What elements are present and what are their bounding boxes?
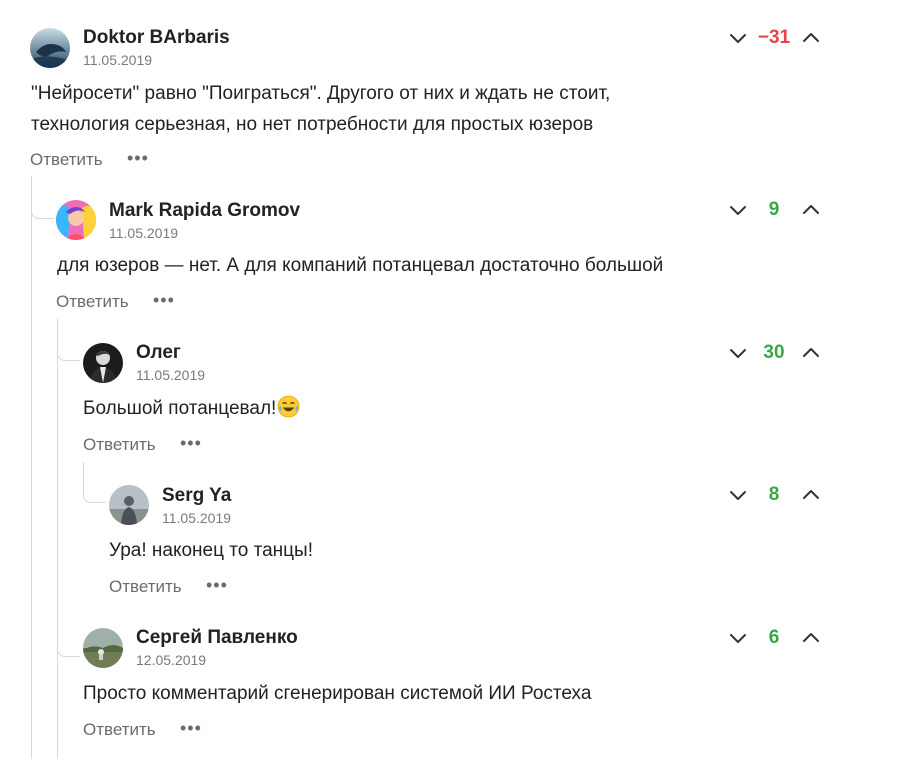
chevron-down-icon[interactable]	[728, 343, 748, 363]
rainbow-hair-avatar[interactable]	[56, 200, 96, 240]
more-options-button[interactable]: •••	[180, 434, 202, 452]
dolphin-avatar[interactable]	[30, 28, 70, 68]
chevron-down-icon[interactable]	[728, 200, 748, 220]
laughing-tears-emoji	[277, 395, 300, 418]
thread-branch	[83, 462, 106, 503]
comment-text: для юзеров — нет. А для компаний потанце…	[57, 255, 664, 276]
reply-button[interactable]: Ответить	[109, 577, 182, 597]
reply-button[interactable]: Ответить	[83, 435, 156, 455]
author-name[interactable]: Сергей Павленко	[136, 627, 298, 649]
chevron-down-icon[interactable]	[728, 628, 748, 648]
chevron-up-icon[interactable]	[801, 200, 821, 220]
comment-date: 11.05.2019	[83, 52, 153, 68]
thread-branch	[57, 362, 80, 657]
more-options-button[interactable]: •••	[153, 291, 175, 309]
comment-date: 11.05.2019	[162, 510, 232, 526]
comment-text: технология серьезная, но нет потребности…	[31, 114, 594, 135]
suited-man-avatar[interactable]	[83, 343, 123, 383]
comment-text: Ура! наконец то танцы!	[109, 540, 313, 561]
author-name[interactable]: Doktor BArbaris	[83, 27, 230, 49]
field-landscape-avatar[interactable]	[83, 628, 123, 668]
vote-score: 9	[768, 199, 780, 220]
more-options-button[interactable]: •••	[180, 719, 202, 737]
comment-date: 12.05.2019	[136, 652, 207, 668]
reply-button[interactable]: Ответить	[83, 720, 156, 740]
comment-text-content: Большой потанцевал!	[83, 398, 277, 419]
vote-score: 8	[768, 484, 780, 505]
comment-date: 11.05.2019	[109, 225, 179, 241]
vote-score: −31	[757, 27, 791, 48]
author-name[interactable]: Mark Rapida Gromov	[109, 200, 300, 222]
chevron-down-icon[interactable]	[728, 28, 748, 48]
comment-text: Просто комментарий сгенерирован системой…	[83, 683, 592, 704]
chevron-down-icon[interactable]	[728, 485, 748, 505]
thread-branch	[31, 176, 54, 219]
person-landscape-avatar[interactable]	[109, 485, 149, 525]
chevron-up-icon[interactable]	[801, 485, 821, 505]
more-options-button[interactable]: •••	[206, 576, 228, 594]
more-options-button[interactable]: •••	[127, 149, 149, 167]
chevron-up-icon[interactable]	[801, 628, 821, 648]
comment-text: Большой потанцевал!	[83, 393, 300, 424]
author-name[interactable]: Олег	[136, 342, 181, 364]
vote-score: 30	[763, 342, 785, 363]
reply-button[interactable]: Ответить	[30, 150, 103, 170]
comment-date: 11.05.2019	[136, 367, 206, 383]
author-name[interactable]: Serg Ya	[162, 485, 231, 507]
thread-branch	[57, 318, 80, 361]
chevron-up-icon[interactable]	[801, 28, 821, 48]
reply-button[interactable]: Ответить	[56, 292, 129, 312]
comment-text: "Нейросети" равно "Поиграться". Другого …	[31, 83, 611, 104]
thread-line	[31, 176, 32, 759]
chevron-up-icon[interactable]	[801, 343, 821, 363]
vote-score: 6	[768, 627, 780, 648]
comment: Doktor BArbaris 11.05.2019 "Нейросети" р…	[0, 0, 900, 180]
